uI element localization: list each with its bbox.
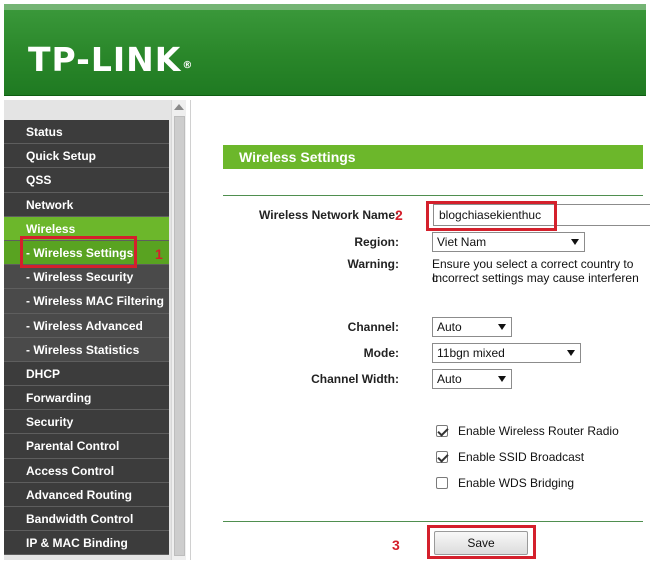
sidebar-item-advanced-routing[interactable]: Advanced Routing	[4, 482, 169, 507]
sidebar-item-dhcp[interactable]: DHCP	[4, 361, 169, 387]
chevron-down-icon	[567, 350, 575, 356]
ssid-label: Wireless Network Name:	[259, 208, 399, 222]
divider-bottom	[223, 521, 643, 522]
sidebar-item-access-control[interactable]: Access Control	[4, 458, 169, 483]
region-value: Viet Nam	[437, 235, 487, 249]
scroll-up-arrow-icon[interactable]	[174, 104, 184, 110]
highlight-box-save	[427, 525, 536, 559]
annotation-number-3: 3	[392, 537, 400, 553]
sidebar-menu: Status Quick Setup QSS Network Wireless …	[4, 120, 169, 556]
header-banner: TP-LINK®	[4, 4, 646, 96]
mode-value: 11bgn mixed	[437, 346, 505, 360]
channel-width-value: Auto	[437, 372, 462, 386]
checkbox-wireless-radio[interactable]	[436, 425, 448, 437]
sidebar-item-bandwidth-control[interactable]: Bandwidth Control	[4, 507, 169, 532]
checkbox-ssid-broadcast[interactable]	[436, 451, 448, 463]
highlight-box-wireless-settings	[20, 236, 137, 268]
header-top-stripe	[4, 4, 646, 10]
main-content: Wireless Settings Wireless Network Name:…	[190, 100, 650, 560]
scrollbar-thumb[interactable]	[174, 116, 185, 556]
sidebar-item-quick-setup[interactable]: Quick Setup	[4, 144, 169, 169]
checkbox-wds-bridging[interactable]	[436, 477, 448, 489]
mode-select[interactable]: 11bgn mixed	[432, 343, 581, 363]
page-title: Wireless Settings	[223, 145, 643, 169]
sidebar-item-wireless-advanced[interactable]: - Wireless Advanced	[4, 313, 169, 338]
region-select[interactable]: Viet Nam	[432, 232, 585, 252]
logo-text: TP-LINK	[28, 40, 182, 79]
sidebar-item-wireless-statistics[interactable]: - Wireless Statistics	[4, 337, 169, 362]
channel-width-select[interactable]: Auto	[432, 369, 512, 389]
warning-label: Warning:	[347, 257, 399, 271]
chevron-down-icon	[571, 239, 579, 245]
sidebar-item-ip-mac-binding[interactable]: IP & MAC Binding	[4, 531, 169, 556]
checkbox-wireless-radio-label: Enable Wireless Router Radio	[458, 424, 619, 438]
sidebar-item-network[interactable]: Network	[4, 192, 169, 217]
sidebar-item-qss[interactable]: QSS	[4, 168, 169, 193]
annotation-number-1: 1	[155, 246, 163, 262]
sidebar-item-wireless-security[interactable]: - Wireless Security	[4, 265, 169, 290]
sidebar: Status Quick Setup QSS Network Wireless …	[4, 100, 186, 560]
mode-label: Mode:	[363, 346, 399, 360]
channel-select[interactable]: Auto	[432, 317, 512, 337]
sidebar-item-wireless-mac-filtering[interactable]: - Wireless MAC Filtering	[4, 289, 169, 314]
annotation-number-2: 2	[395, 207, 403, 223]
region-label: Region:	[354, 235, 399, 249]
tp-link-logo: TP-LINK®	[28, 42, 193, 78]
sidebar-item-status[interactable]: Status	[4, 120, 169, 145]
checkbox-wds-bridging-label: Enable WDS Bridging	[458, 476, 575, 490]
chevron-down-icon	[498, 324, 506, 330]
sidebar-item-parental-control[interactable]: Parental Control	[4, 434, 169, 459]
channel-label: Channel:	[347, 320, 399, 334]
warning-text-line2: Incorrect settings may cause interferen	[432, 271, 639, 285]
registered-mark: ®	[182, 60, 194, 71]
sidebar-scrollbar[interactable]	[171, 100, 186, 560]
checkbox-ssid-broadcast-label: Enable SSID Broadcast	[458, 450, 585, 464]
channel-value: Auto	[437, 320, 462, 334]
sidebar-item-security[interactable]: Security	[4, 410, 169, 435]
channel-width-label: Channel Width:	[311, 372, 399, 386]
sidebar-item-forwarding[interactable]: Forwarding	[4, 386, 169, 411]
divider-top	[223, 195, 643, 196]
highlight-box-ssid	[426, 201, 557, 231]
chevron-down-icon	[498, 376, 506, 382]
screenshot-frame: TP-LINK® Status Quick Setup QSS Network …	[0, 0, 650, 566]
